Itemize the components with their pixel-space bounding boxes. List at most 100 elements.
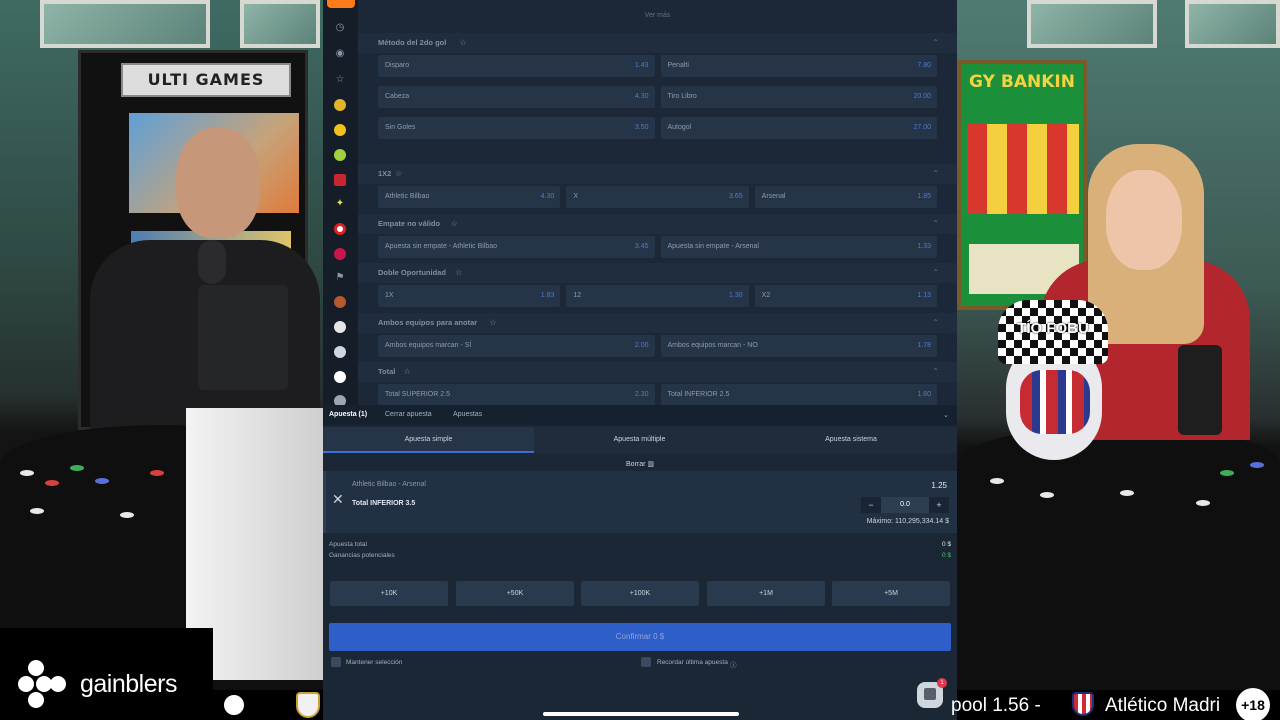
odd-value: 1.43 bbox=[634, 62, 649, 69]
odd-button[interactable]: Ambos equipos marcan - NO 1.78 bbox=[660, 335, 937, 357]
bet-match: Athletic Bilbao - Arsenal bbox=[352, 481, 426, 488]
stake-increase-button[interactable]: + bbox=[929, 497, 949, 513]
odd-button[interactable]: Arsenal 1.85 bbox=[754, 186, 937, 208]
clock-icon[interactable]: ◷ bbox=[334, 22, 346, 34]
favorite-star-icon[interactable]: ☆ bbox=[404, 367, 411, 376]
odd-button[interactable]: Ambos equipos marcan - SÍ 2.00 bbox=[378, 335, 655, 357]
keep-selection-checkbox[interactable] bbox=[331, 657, 341, 667]
tablet bbox=[198, 285, 288, 390]
collapse-chevron-icon[interactable]: ⌃ bbox=[932, 367, 939, 376]
quick-amount-button[interactable]: +10K bbox=[330, 581, 448, 606]
market-section[interactable]: Ambos equipos para anotar ☆ ⌃ bbox=[358, 313, 957, 333]
odd-button[interactable]: Sin Goles 3.50 bbox=[378, 117, 655, 139]
live-icon[interactable]: ◉ bbox=[334, 48, 346, 60]
stake-decrease-button[interactable]: − bbox=[861, 497, 881, 513]
odd-button[interactable]: X2 1.13 bbox=[754, 285, 937, 307]
collapse-chevron-icon[interactable]: ⌃ bbox=[932, 318, 939, 327]
odd-button[interactable]: Disparo 1.43 bbox=[378, 55, 655, 77]
favorites-star-icon[interactable]: ☆ bbox=[334, 74, 346, 86]
market-title: Método del 2do gol bbox=[378, 38, 447, 47]
odd-button[interactable]: Apuesta sin empate - Arsenal 1.33 bbox=[660, 236, 937, 258]
atletico-crest-icon bbox=[1072, 692, 1094, 716]
ticker-team: Atlético Madri bbox=[1105, 695, 1221, 716]
potential-winnings-value: 0 $ bbox=[941, 552, 951, 559]
odd-button[interactable]: Apuesta sin empate - Athletic Bilbao 3.45 bbox=[378, 236, 655, 258]
potential-winnings-label: Ganancias potenciales bbox=[329, 552, 395, 559]
sidebar-active-tab[interactable] bbox=[327, 0, 355, 8]
market-section[interactable]: Empate no válido ☆ ⌃ bbox=[358, 214, 957, 234]
brand-name: gainblers bbox=[80, 670, 177, 698]
odd-button[interactable]: Penalti 7.80 bbox=[660, 55, 937, 77]
market-title: 1X2 bbox=[378, 169, 392, 178]
tennis-ball-icon[interactable] bbox=[334, 149, 346, 161]
spain-flag-icon[interactable] bbox=[334, 174, 346, 186]
quick-amount-button[interactable]: +1M bbox=[707, 581, 825, 606]
odd-button[interactable]: X 3.65 bbox=[566, 186, 749, 208]
tab-apuestas[interactable]: Apuestas bbox=[453, 411, 482, 418]
quick-amount-button[interactable]: +50K bbox=[456, 581, 574, 606]
tab-apuesta-sistema[interactable]: Apuesta sistema bbox=[745, 427, 957, 453]
close-icon[interactable]: ✕ bbox=[332, 491, 344, 508]
odd-value: 4.30 bbox=[634, 93, 649, 100]
odd-label: Ambos equipos marcan - NO bbox=[667, 342, 758, 349]
collapse-chevron-icon[interactable]: ⌃ bbox=[932, 219, 939, 228]
market-section[interactable]: 1X2 ☆ ⌃ bbox=[358, 164, 957, 184]
odd-button[interactable]: Total INFERIOR 2.5 1.60 bbox=[660, 384, 937, 405]
odd-value: 1.30 bbox=[729, 292, 743, 299]
favorite-star-icon[interactable]: ☆ bbox=[490, 318, 497, 327]
american-football-icon[interactable] bbox=[334, 296, 346, 308]
odd-label: Sin Goles bbox=[385, 124, 416, 131]
sport-icon[interactable] bbox=[334, 248, 346, 260]
odd-button[interactable]: Tiro Libro 20.00 bbox=[660, 86, 937, 108]
favorite-star-icon[interactable]: ☆ bbox=[459, 38, 466, 47]
favorite-star-icon[interactable]: ☆ bbox=[455, 268, 462, 277]
odd-value: 3.65 bbox=[729, 193, 743, 200]
odd-button[interactable]: 1X 1.83 bbox=[378, 285, 561, 307]
tab-cerrar-apuesta[interactable]: Cerrar apuesta bbox=[385, 411, 432, 418]
poker-chip bbox=[120, 512, 134, 518]
market-section[interactable]: Método del 2do gol ☆ ⌃ bbox=[358, 33, 957, 53]
tab-apuesta-simple[interactable]: Apuesta simple bbox=[323, 427, 534, 453]
keep-selection-label: Mantener selección bbox=[346, 659, 403, 666]
slip-tabs: Apuesta (1) Cerrar apuesta Apuestas ⌄ bbox=[323, 405, 957, 425]
chat-button[interactable]: 1 bbox=[917, 678, 947, 708]
favorite-star-icon[interactable]: ☆ bbox=[395, 169, 402, 178]
odd-button[interactable]: Athletic Bilbao 4.30 bbox=[378, 186, 561, 208]
basketball-icon[interactable] bbox=[334, 99, 346, 111]
remember-last-checkbox[interactable] bbox=[641, 657, 651, 667]
bet-type-tabs: Apuesta simple Apuesta múltiple Apuesta … bbox=[323, 427, 957, 453]
stake-stepper[interactable]: − 0.0 + bbox=[861, 497, 949, 513]
collapse-chevron-icon[interactable]: ⌃ bbox=[932, 268, 939, 277]
borrar-button[interactable]: Borrar ▥ bbox=[323, 460, 957, 468]
market-section[interactable]: Total ☆ ⌃ bbox=[358, 362, 957, 382]
tab-apuesta[interactable]: Apuesta (1) bbox=[329, 411, 367, 418]
market-section[interactable]: Doble Oportunidad ☆ ⌃ bbox=[358, 263, 957, 283]
odd-button[interactable]: 12 1.30 bbox=[566, 285, 749, 307]
odd-button[interactable]: Total SUPERIOR 2.5 2.30 bbox=[378, 384, 655, 405]
favorite-star-icon[interactable]: ☆ bbox=[451, 219, 458, 228]
football-icon[interactable] bbox=[334, 321, 346, 333]
league-icon[interactable]: ✦ bbox=[334, 198, 346, 210]
volleyball-icon[interactable] bbox=[334, 346, 346, 358]
england-flag-icon[interactable] bbox=[334, 223, 346, 235]
quick-amount-button[interactable]: +5M bbox=[832, 581, 950, 606]
quick-amount-button[interactable]: +100K bbox=[581, 581, 699, 606]
poker-chip bbox=[150, 470, 164, 476]
collapse-chevron-icon[interactable]: ⌄ bbox=[943, 411, 949, 419]
stake-input[interactable]: 0.0 bbox=[881, 497, 929, 513]
confirm-bet-button[interactable]: Confirmar 0 $ bbox=[329, 623, 951, 651]
table-tennis-icon[interactable]: ⚑ bbox=[334, 272, 346, 284]
odd-button[interactable]: Autogol 27.00 bbox=[660, 117, 937, 139]
collapse-chevron-icon[interactable]: ⌃ bbox=[932, 169, 939, 178]
odd-button[interactable]: Cabeza 4.30 bbox=[378, 86, 655, 108]
soccer-ball-icon[interactable] bbox=[334, 124, 346, 136]
collapse-chevron-icon[interactable]: ⌃ bbox=[932, 38, 939, 47]
info-icon[interactable]: ⓘ bbox=[730, 659, 737, 669]
thermos bbox=[1178, 345, 1222, 435]
poker-chip bbox=[1120, 490, 1134, 496]
tab-apuesta-multiple[interactable]: Apuesta múltiple bbox=[534, 427, 745, 453]
trash-icon: ▥ bbox=[647, 461, 655, 468]
ver-mas-link[interactable]: Ver más bbox=[358, 12, 957, 19]
soccer-ball-icon-2[interactable] bbox=[334, 371, 346, 383]
odd-value: 1.78 bbox=[917, 342, 931, 349]
